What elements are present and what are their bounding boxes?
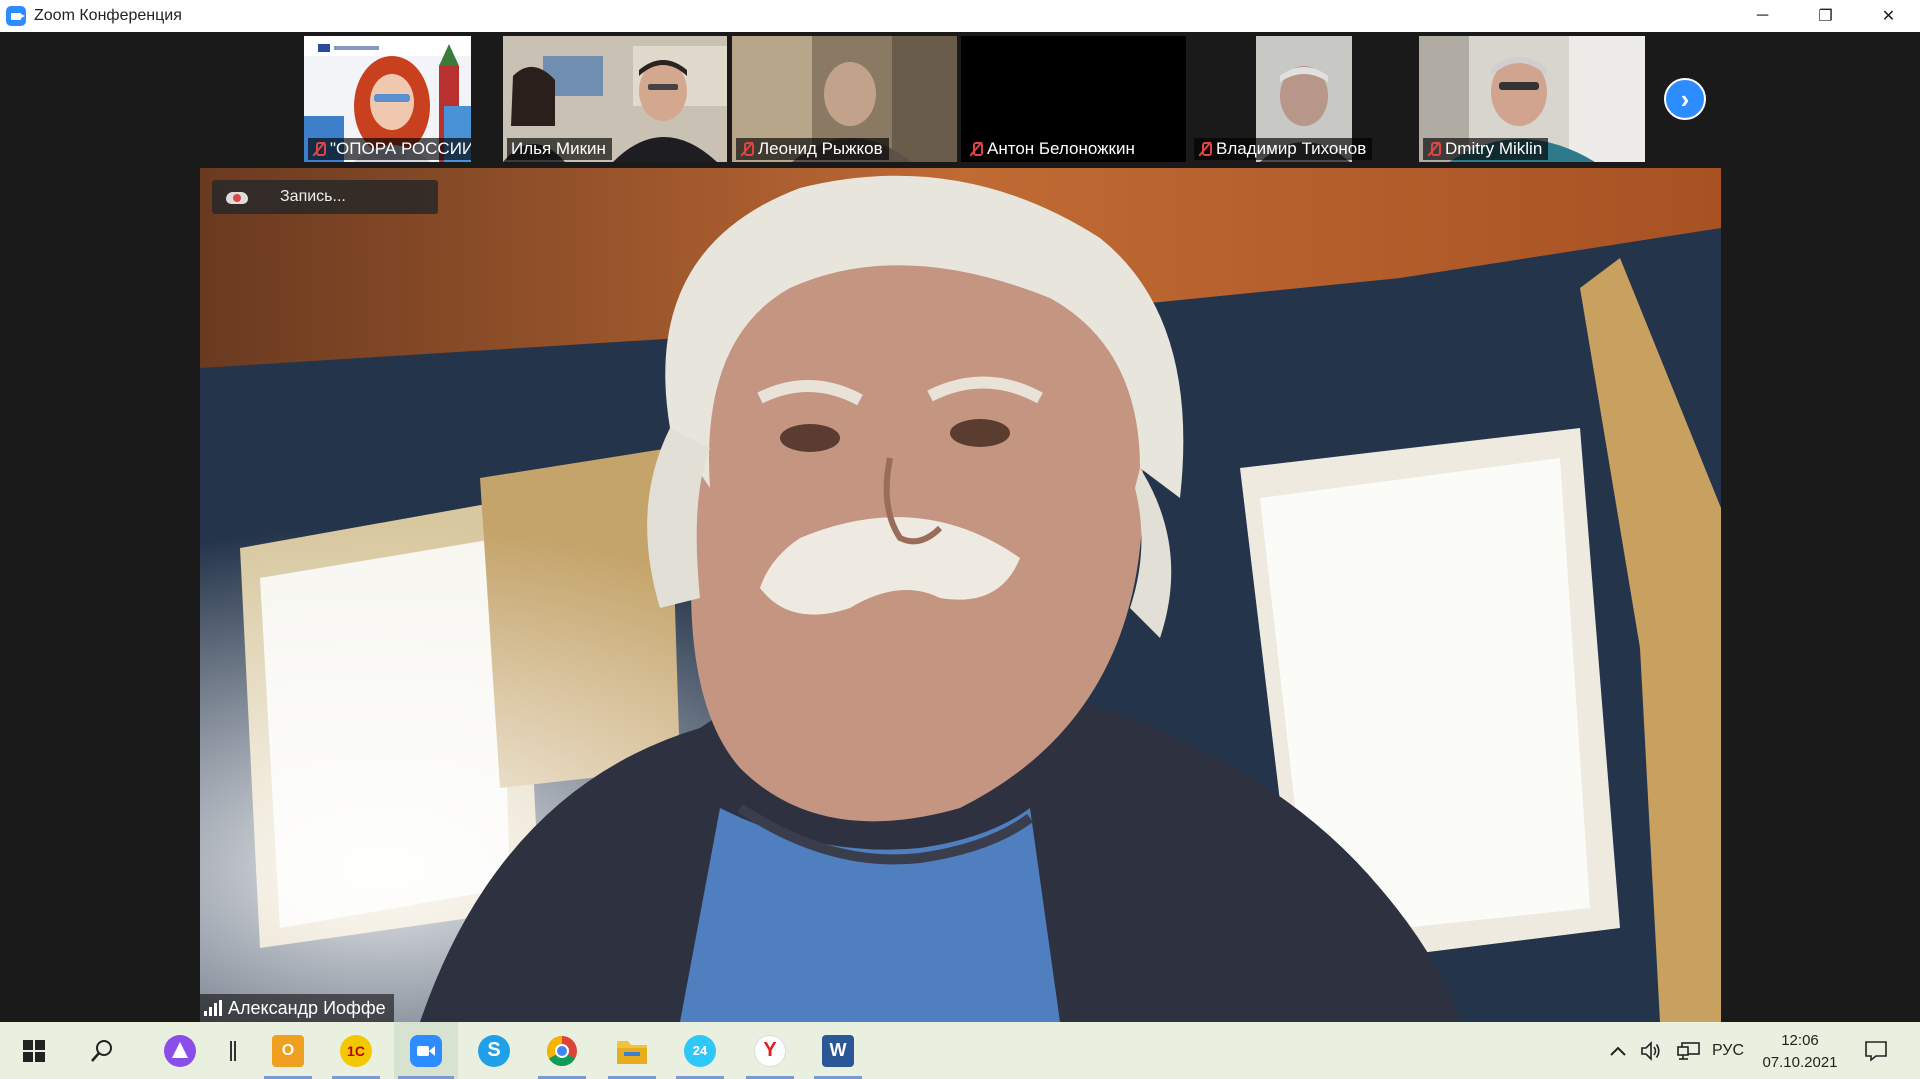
clock-date: 07.10.2021 [1762,1054,1838,1071]
participant-name: "ОПОРА РОССИИ" [330,139,471,158]
zoom-app-icon [6,6,26,26]
participant-label: Антон Белоножкин [965,138,1141,160]
window-title: Zoom Конференция [34,7,182,24]
recording-label: Запись... [280,188,346,205]
skype-icon: S [478,1034,510,1067]
windows-logo-icon [23,1039,45,1062]
speaker-video-feed [200,168,1721,1022]
recording-indicator[interactable]: Запись... [212,180,438,214]
participant-label: Dmitry Miklin [1423,138,1549,160]
word-taskbar-button[interactable]: W [810,1022,866,1079]
alice-assistant-button[interactable] [152,1022,208,1079]
participant-tile[interactable]: Леонид Рыжков [732,36,957,162]
speaker-icon [1641,1040,1660,1061]
1c-icon: 1С [340,1034,372,1067]
participant-name: Dmitry Miklin [1445,139,1543,158]
yandex-icon: Y [754,1034,786,1067]
windows-taskbar: O 1С S 24 Y W РУС 12:06 07.10.2021 [0,1022,1920,1079]
outlook-icon: O [272,1034,304,1067]
mic-muted-icon [312,141,326,157]
zoom-meeting-area: "ОПОРА РОССИИ" Илья Микин Леонид Рыжков … [0,32,1920,1022]
mic-muted-icon [1427,141,1441,157]
action-center-icon [1865,1040,1887,1062]
network-icon [1677,1041,1700,1060]
clock-time: 12:06 [1781,1032,1819,1049]
mic-muted-icon [1198,141,1212,157]
cloud-recording-icon [226,189,248,205]
input-language-button[interactable]: РУС [1710,1022,1746,1079]
active-speaker-video[interactable]: Запись... Александр Иоффе [200,168,1721,1022]
volume-button[interactable] [1636,1022,1666,1079]
zoom-icon [410,1034,442,1067]
outlook-taskbar-button[interactable]: O [260,1022,316,1079]
bitrix24-icon: 24 [684,1034,716,1067]
participant-label: "ОПОРА РОССИИ" [308,138,471,160]
next-participants-button[interactable]: › [1664,78,1706,120]
word-icon: W [822,1034,854,1067]
folder-icon [617,1040,647,1064]
speaker-label: Александр Иоффе [200,994,394,1022]
mic-muted-icon [740,141,754,157]
participant-tile[interactable]: Илья Микин [503,36,727,162]
participant-label: Илья Микин [507,138,612,160]
alice-icon [164,1034,196,1067]
skype-taskbar-button[interactable]: S [466,1022,522,1079]
participant-name: Илья Микин [511,139,606,158]
close-button[interactable]: ✕ [1857,0,1920,32]
participant-tile[interactable]: Владимир Тихонов [1190,36,1415,162]
participant-strip: "ОПОРА РОССИИ" Илья Микин Леонид Рыжков … [0,36,1920,162]
chevron-up-icon [1610,1046,1626,1056]
window-controls: ─ ❐ ✕ [1731,0,1920,32]
minimize-button[interactable]: ─ [1731,0,1794,32]
search-icon [91,1039,112,1062]
participant-label: Владимир Тихонов [1194,138,1373,160]
restore-button[interactable]: ❐ [1794,0,1857,32]
participant-tile[interactable]: Dmitry Miklin [1419,36,1645,162]
start-button[interactable] [6,1022,62,1079]
chrome-icon [546,1035,577,1066]
network-button[interactable] [1672,1022,1706,1079]
1c-taskbar-button[interactable]: 1С [328,1022,384,1079]
divider-icon [230,1040,236,1061]
taskbar-divider [218,1022,248,1079]
yandex-browser-taskbar-button[interactable]: Y [742,1022,798,1079]
zoom-taskbar-button[interactable] [394,1022,458,1079]
mic-muted-icon [969,141,983,157]
chrome-taskbar-button[interactable] [534,1022,590,1079]
bitrix24-taskbar-button[interactable]: 24 [672,1022,728,1079]
file-explorer-taskbar-button[interactable] [604,1022,660,1079]
participant-tile[interactable]: "ОПОРА РОССИИ" [304,36,471,162]
title-bar: Zoom Конференция ─ ❐ ✕ [0,0,1920,32]
participant-tile[interactable]: Антон Белоножкин [961,36,1186,162]
show-hidden-icons-button[interactable] [1604,1022,1632,1079]
search-button[interactable] [74,1022,130,1079]
notifications-button[interactable] [1856,1022,1896,1079]
speaker-name: Александр Иоффе [228,997,386,1018]
participant-name: Леонид Рыжков [758,139,883,158]
participant-name: Антон Белоножкин [987,139,1135,158]
participant-name: Владимир Тихонов [1216,139,1367,158]
participant-label: Леонид Рыжков [736,138,889,160]
connection-signal-icon [204,1000,222,1016]
system-clock[interactable]: 12:06 07.10.2021 [1752,1030,1848,1074]
